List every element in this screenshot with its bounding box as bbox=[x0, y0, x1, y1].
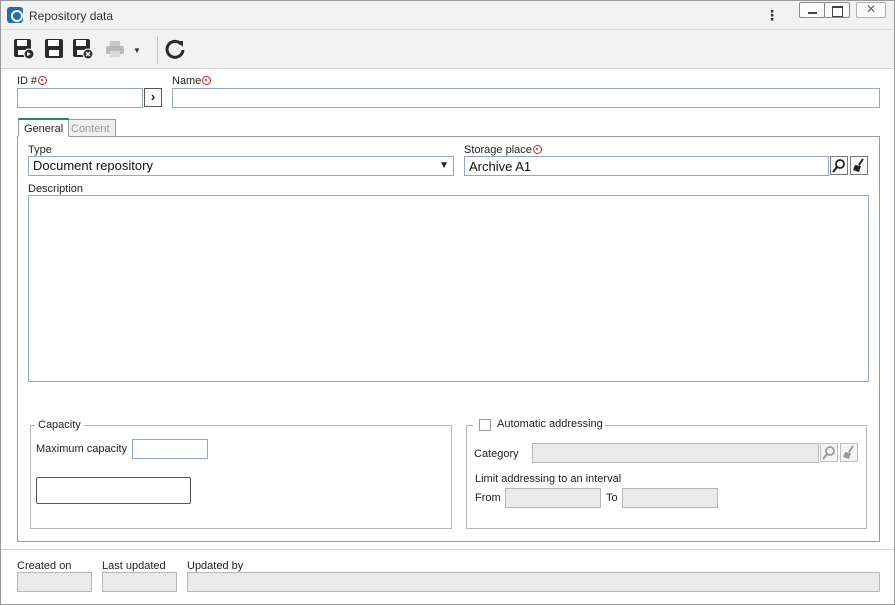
from-label: From bbox=[475, 492, 501, 504]
category-search-button[interactable] bbox=[820, 443, 838, 462]
updated-by-label: Updated by bbox=[187, 560, 244, 572]
to-label: To bbox=[606, 492, 618, 504]
last-updated-field bbox=[102, 572, 177, 592]
required-icon bbox=[202, 76, 212, 85]
title-bar: Repository data ⋮ bbox=[1, 1, 894, 30]
minimize-button[interactable] bbox=[799, 2, 825, 18]
search-icon bbox=[822, 446, 835, 460]
automatic-addressing-label: Automatic addressing bbox=[497, 418, 603, 430]
print-icon[interactable] bbox=[104, 38, 126, 60]
required-icon bbox=[532, 145, 542, 154]
broom-icon bbox=[843, 445, 854, 459]
maximum-capacity-label: Maximum capacity bbox=[36, 443, 128, 455]
refresh-icon[interactable] bbox=[164, 38, 186, 60]
footer-separator bbox=[1, 549, 894, 550]
created-on-field bbox=[17, 572, 92, 592]
category-label: Category bbox=[474, 448, 519, 460]
last-updated-label: Last updated bbox=[102, 560, 166, 572]
category-clear-button[interactable] bbox=[840, 443, 858, 462]
storage-place-input[interactable] bbox=[464, 156, 829, 176]
save-and-close-icon[interactable] bbox=[72, 38, 94, 60]
more-options-icon[interactable]: ⋮ bbox=[765, 6, 779, 24]
window-title: Repository data bbox=[29, 9, 114, 23]
to-input[interactable] bbox=[622, 488, 718, 508]
description-textarea[interactable] bbox=[28, 195, 869, 382]
category-input[interactable] bbox=[532, 443, 819, 463]
repository-data-window: Repository data ⋮ ▼ ID # › Name General … bbox=[0, 0, 895, 605]
save-icon[interactable] bbox=[43, 38, 65, 60]
broom-icon bbox=[853, 158, 864, 172]
created-on-label: Created on bbox=[17, 560, 72, 572]
chevron-down-icon: ▼ bbox=[439, 160, 449, 171]
capacity-unit-field[interactable] bbox=[36, 477, 191, 504]
storage-clear-button[interactable] bbox=[850, 156, 868, 175]
name-label: Name bbox=[172, 75, 212, 87]
storage-place-label: Storage place bbox=[464, 144, 542, 156]
toolbar: ▼ bbox=[1, 30, 894, 69]
type-label: Type bbox=[28, 144, 52, 156]
id-input[interactable] bbox=[17, 88, 143, 108]
limit-interval-label: Limit addressing to an interval bbox=[475, 473, 622, 485]
tab-content[interactable]: Content bbox=[65, 119, 116, 137]
tab-general[interactable]: General bbox=[18, 118, 70, 137]
description-label: Description bbox=[28, 183, 84, 195]
id-label: ID # bbox=[17, 75, 48, 87]
updated-by-field bbox=[187, 572, 880, 592]
maximize-button[interactable] bbox=[824, 2, 850, 18]
required-icon bbox=[38, 76, 48, 85]
storage-search-button[interactable] bbox=[830, 156, 848, 175]
toolbar-separator bbox=[157, 36, 158, 64]
app-logo-icon bbox=[7, 7, 23, 23]
automatic-addressing-checkbox[interactable] bbox=[479, 419, 491, 431]
next-id-button[interactable]: › bbox=[144, 88, 162, 107]
from-input[interactable] bbox=[505, 488, 601, 508]
search-icon bbox=[832, 159, 845, 173]
close-button[interactable] bbox=[856, 2, 886, 18]
save-and-new-icon[interactable] bbox=[13, 38, 35, 60]
capacity-legend: Capacity bbox=[35, 419, 84, 431]
name-input[interactable] bbox=[172, 88, 880, 108]
type-selected-value: Document repository bbox=[33, 158, 153, 173]
print-dropdown-icon[interactable]: ▼ bbox=[133, 46, 141, 55]
maximum-capacity-input[interactable] bbox=[132, 439, 208, 459]
type-select[interactable]: Document repository ▼ bbox=[28, 156, 454, 176]
